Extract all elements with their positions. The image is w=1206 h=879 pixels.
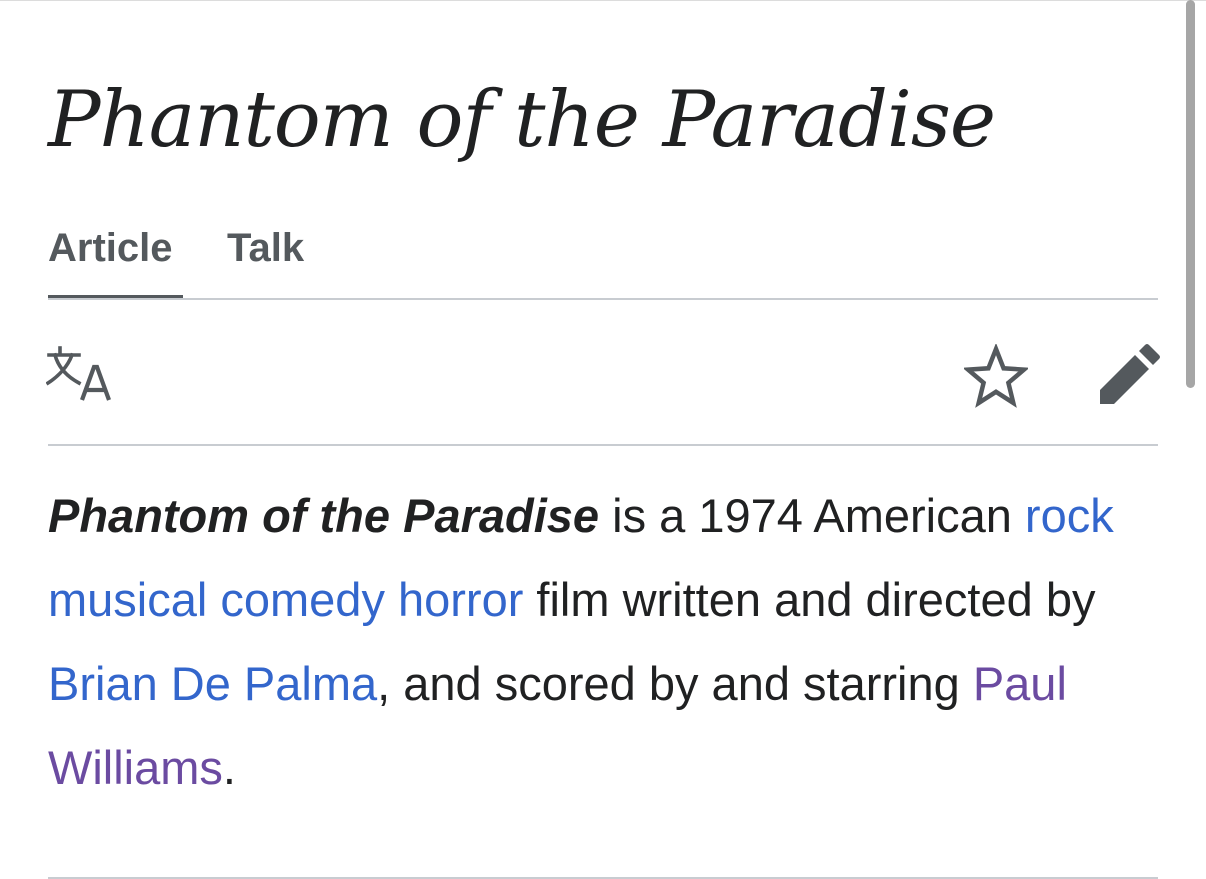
top-border xyxy=(0,0,1206,1)
pencil-icon[interactable] xyxy=(1098,344,1160,406)
tab-divider xyxy=(48,298,1158,300)
lead-text: . xyxy=(222,741,236,794)
article-subject: Phantom of the Paradise xyxy=(48,489,600,542)
page-title: Phantom of the Paradise xyxy=(48,75,996,165)
lead-paragraph: Phantom of the Paradise is a 1974 Americ… xyxy=(48,474,1158,810)
scrollbar[interactable] xyxy=(1186,0,1195,388)
lead-text: , and scored by and starring xyxy=(377,657,973,710)
toolbar-divider xyxy=(48,444,1158,446)
lead-text: film written and directed by xyxy=(523,573,1096,626)
link-director[interactable]: Brian De Palma xyxy=(48,657,377,710)
lead-text: is a 1974 American xyxy=(599,489,1025,542)
star-icon[interactable] xyxy=(962,342,1030,408)
tab-article[interactable]: Article xyxy=(48,222,183,300)
tab-talk[interactable]: Talk xyxy=(227,222,304,300)
language-icon[interactable] xyxy=(45,346,112,404)
